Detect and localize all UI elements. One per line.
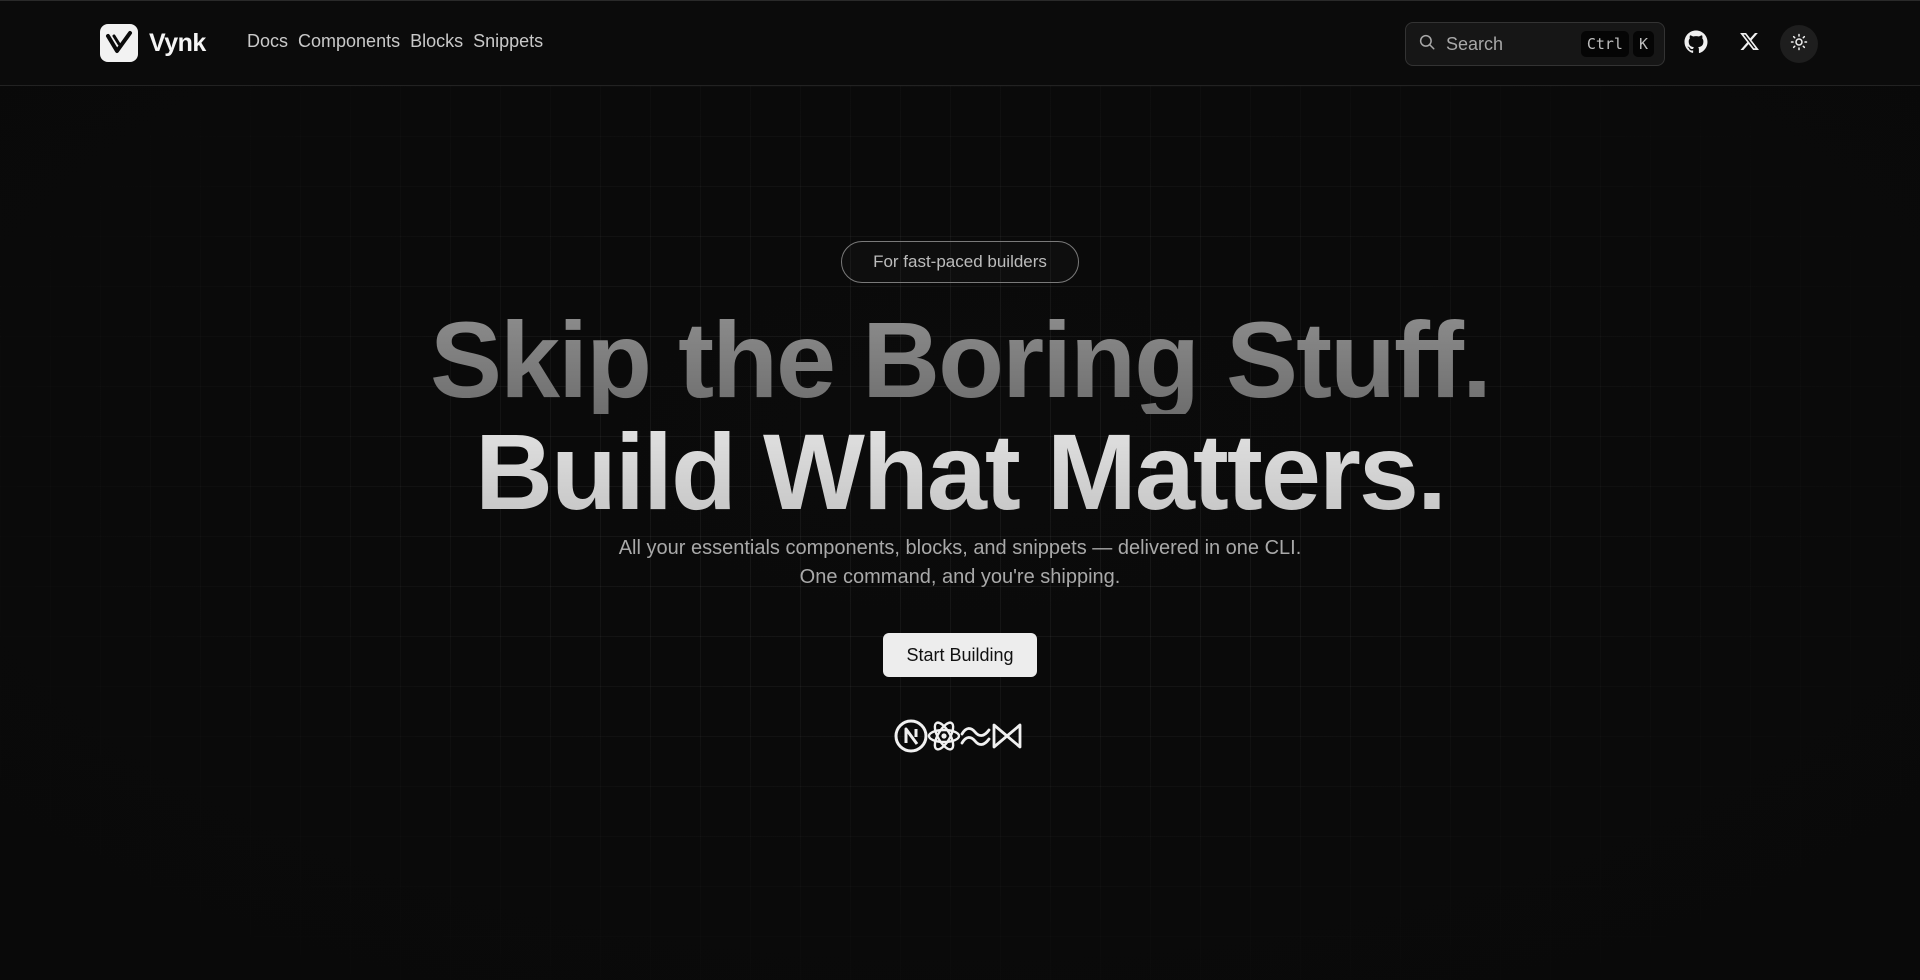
search-input[interactable]: Search Ctrl K bbox=[1405, 22, 1665, 66]
hero-subtitle-line-1: All your essentials components, blocks, … bbox=[618, 537, 1302, 559]
vynk-logo-icon bbox=[100, 24, 138, 62]
shortcut-key-k: K bbox=[1632, 31, 1654, 57]
framer-motion-icon bbox=[990, 718, 1024, 754]
github-link[interactable] bbox=[1677, 25, 1715, 63]
brand-name: Vynk bbox=[149, 28, 206, 57]
theme-toggle-button[interactable] bbox=[1780, 25, 1818, 63]
site-header: Vynk Docs Components Blocks Snippets Sea… bbox=[0, 0, 1920, 86]
nav-blocks[interactable]: Blocks bbox=[410, 31, 463, 52]
shortcut-key-ctrl: Ctrl bbox=[1580, 31, 1629, 57]
sun-icon bbox=[1790, 33, 1808, 56]
main-nav: Docs Components Blocks Snippets bbox=[247, 31, 543, 52]
grid-background bbox=[0, 86, 1920, 980]
search-placeholder: Search bbox=[1446, 33, 1504, 54]
github-icon bbox=[1684, 30, 1708, 59]
search-icon bbox=[1418, 33, 1436, 56]
headline-line-1: Skip the Boring Stuff. bbox=[0, 306, 1920, 414]
react-icon bbox=[926, 718, 962, 754]
headline-line-2: Build What Matters. bbox=[0, 418, 1920, 526]
nav-docs[interactable]: Docs bbox=[247, 31, 288, 52]
brand-link[interactable]: Vynk bbox=[100, 23, 206, 63]
x-link[interactable] bbox=[1730, 25, 1768, 63]
hero-badge: For fast-paced builders bbox=[841, 241, 1079, 283]
tailwind-icon bbox=[959, 718, 993, 754]
x-icon bbox=[1739, 31, 1760, 57]
nav-components[interactable]: Components bbox=[298, 31, 400, 52]
nextjs-icon bbox=[893, 718, 929, 754]
nav-snippets[interactable]: Snippets bbox=[473, 31, 543, 52]
tech-stack-icons bbox=[893, 718, 1024, 754]
start-building-button[interactable]: Start Building bbox=[883, 633, 1037, 677]
hero-subtitle-line-2: One command, and you're shipping. bbox=[799, 566, 1121, 588]
page: Vynk Docs Components Blocks Snippets Sea… bbox=[0, 0, 1920, 980]
